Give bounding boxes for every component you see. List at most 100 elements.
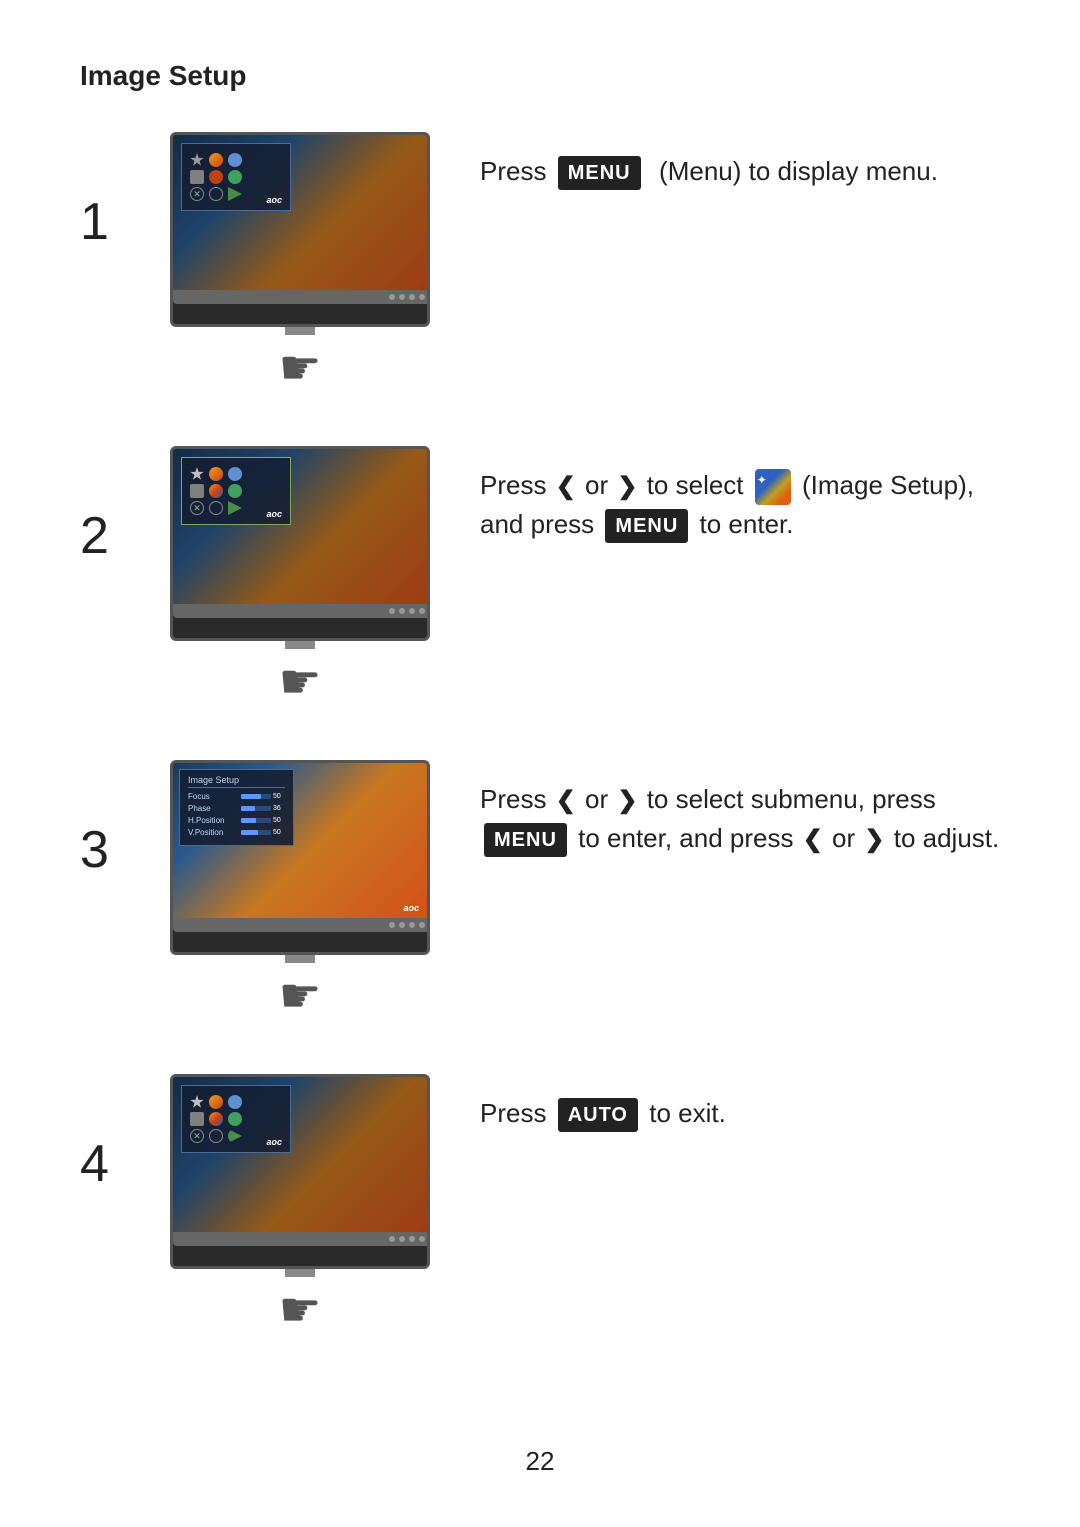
menu-icon-star-1 <box>190 153 204 167</box>
step-1-image-col: ✕ aoc ☛ <box>160 132 440 396</box>
step-3-submenu-row-4: V.Position 50 <box>188 828 285 837</box>
step-3-press-text: Press <box>480 784 554 814</box>
step2-icon-play <box>228 501 242 515</box>
base-dot-1d <box>419 294 425 300</box>
step4-menu-row-1 <box>190 1095 282 1109</box>
step-4-desc: Press AUTO to exit. <box>480 1074 1000 1133</box>
step-1-base-dots <box>389 294 425 300</box>
step-3-screen: Image Setup Focus 50 Phase <box>173 763 427 918</box>
step-1-stand <box>285 327 315 335</box>
step-4-base-dots <box>389 1236 425 1242</box>
base-dot-4c <box>409 1236 415 1242</box>
step2-icon-color <box>209 467 223 481</box>
step-2-menu-badge: MENU <box>605 509 688 543</box>
step-3-image-col: Image Setup Focus 50 Phase <box>160 760 440 1024</box>
step-3-bar-phase-bg <box>241 806 271 811</box>
step-4-monitor: ✕ aoc <box>170 1074 430 1269</box>
step-3-adjust-text: to adjust. <box>887 823 1000 853</box>
step-4-number: 4 <box>80 1134 160 1194</box>
step-1-menu-overlay: ✕ aoc <box>181 143 291 211</box>
step-4-press-text: Press <box>480 1098 554 1128</box>
step-3-monitor: Image Setup Focus 50 Phase <box>170 760 430 955</box>
menu-icon-color-1 <box>209 153 223 167</box>
menu-icon-arrow-1 <box>190 170 204 184</box>
step2-menu-row-1 <box>190 467 282 481</box>
step2-icon-highlighted <box>209 484 223 498</box>
step-2-chevron-right: ❯ <box>617 469 637 505</box>
step-3-val-focus: 50 <box>273 793 285 800</box>
step-2-hand-icon: ☛ <box>278 654 321 710</box>
step-3-val-phase: 36 <box>273 805 285 812</box>
menu-icon-o-1 <box>209 187 223 201</box>
step-3-enter-text: to enter, and press <box>571 823 801 853</box>
base-dot-2d <box>419 608 425 614</box>
step4-menu-row-2 <box>190 1112 282 1126</box>
menu-row-2 <box>190 170 282 184</box>
step4-icon-face <box>228 1095 242 1109</box>
step-3-base-dots <box>389 922 425 928</box>
step-2-chevron-left: ❮ <box>556 469 576 505</box>
step-3-bar-vpos-bg <box>241 830 271 835</box>
menu-icon-x-1: ✕ <box>190 187 204 201</box>
step4-icon-arrow <box>190 1112 204 1126</box>
step-4-monitor-base <box>173 1232 430 1246</box>
step-2-menu-overlay: ✕ aoc <box>181 457 291 525</box>
page-container: Image Setup 1 <box>0 0 1080 1448</box>
step4-icon-o <box>209 1129 223 1143</box>
step-1-hand-icon: ☛ <box>278 340 321 396</box>
step-3-or-2: or <box>825 823 863 853</box>
step-3-label-focus: Focus <box>188 792 241 801</box>
step-4-menu-overlay: ✕ aoc <box>181 1085 291 1153</box>
base-dot-2c <box>409 608 415 614</box>
step-2-row: 2 <box>80 446 1000 710</box>
base-dot-1b <box>399 294 405 300</box>
base-dot-3b <box>399 922 405 928</box>
base-dot-2b <box>399 608 405 614</box>
step-3-submenu-row-3: H.Position 50 <box>188 816 285 825</box>
step-3-chevron-left-1: ❮ <box>556 783 576 819</box>
step-3-chevron-left-2: ❮ <box>803 822 823 858</box>
step-3-bar-focus-fill <box>241 794 261 799</box>
step-3-number: 3 <box>80 820 160 880</box>
step2-icon-o <box>209 501 223 515</box>
step-1-row: 1 <box>80 132 1000 396</box>
step2-icon-face <box>228 467 242 481</box>
step-3-menu-badge: MENU <box>484 823 567 857</box>
base-dot-3c <box>409 922 415 928</box>
step-3-row: 3 Image Setup Focus 50 <box>80 760 1000 1024</box>
step-4-row: 4 <box>80 1074 1000 1338</box>
step-1-menu-badge: MENU <box>558 156 641 190</box>
step-3-submenu-overlay: Image Setup Focus 50 Phase <box>179 769 294 846</box>
step-1-monitor: ✕ aoc <box>170 132 430 327</box>
page-number: 22 <box>526 1446 555 1477</box>
step-3-submenu-row-2: Phase 36 <box>188 804 285 813</box>
step2-icon-green <box>228 484 242 498</box>
step-2-to-select-text: to select <box>639 470 750 500</box>
step-3-bar-hpos-fill <box>241 818 256 823</box>
step4-icon-x: ✕ <box>190 1129 204 1143</box>
step-2-image-icon <box>755 469 791 505</box>
step4-icon-star <box>190 1095 204 1109</box>
step4-icon-play <box>228 1129 242 1143</box>
step-2-monitor: ✕ aoc <box>170 446 430 641</box>
base-dot-4d <box>419 1236 425 1242</box>
base-dot-3a <box>389 922 395 928</box>
step-3-val-hpos: 50 <box>273 817 285 824</box>
step-1-menu-desc: (Menu) to display menu. <box>652 156 938 186</box>
aoc-logo-1: aoc <box>266 195 282 205</box>
step-3-bar-focus-bg <box>241 794 271 799</box>
step2-menu-row-2 <box>190 484 282 498</box>
step-4-image-col: ✕ aoc ☛ <box>160 1074 440 1338</box>
step-3-val-vpos: 50 <box>273 829 285 836</box>
step-2-stand <box>285 641 315 649</box>
step-1-press-text: Press <box>480 156 546 186</box>
step-2-press-text: Press <box>480 470 554 500</box>
menu-row-1 <box>190 153 282 167</box>
step-3-stand <box>285 955 315 963</box>
base-dot-4a <box>389 1236 395 1242</box>
step-3-label-vpos: V.Position <box>188 828 241 837</box>
step-4-exit-text: to exit. <box>642 1098 726 1128</box>
step-2-base-dots <box>389 608 425 614</box>
step-3-submenu-row-1: Focus 50 <box>188 792 285 801</box>
step-2-screen: ✕ aoc <box>173 449 427 604</box>
